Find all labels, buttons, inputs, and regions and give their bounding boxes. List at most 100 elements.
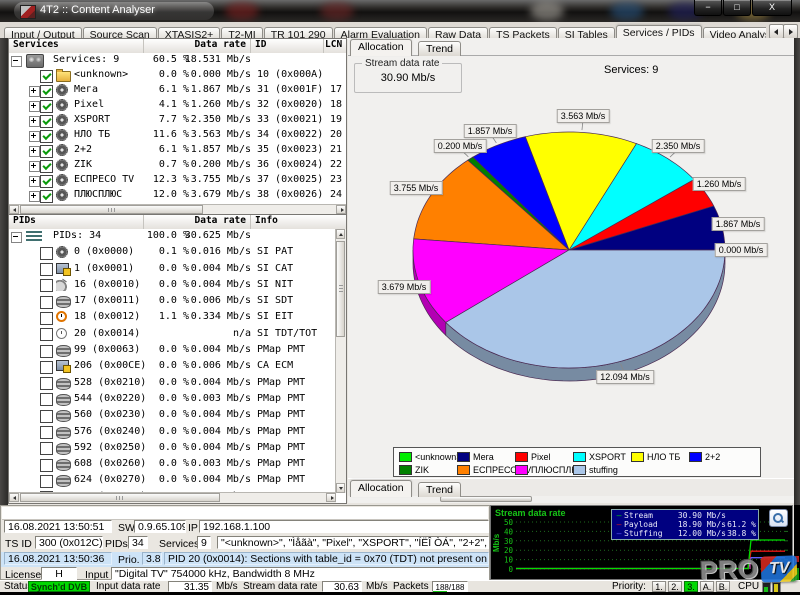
pid-checkbox[interactable] [40,296,53,309]
tab-source-scan[interactable]: Source Scan [83,27,157,38]
pie-chart[interactable] [348,38,794,478]
tab-xtasis2-[interactable]: XTASIS2+ [158,27,221,38]
column-header-lcn[interactable]: LCN [324,39,346,53]
log-line-empty[interactable] [2,507,488,520]
scroll-left-icon[interactable] [9,205,19,214]
priority-button-1[interactable]: 1. [652,581,666,592]
maximize-button[interactable]: □ [723,0,751,16]
service-row[interactable]: 2+26.1 %1.857 Mb/s35 (0x0023)21 [9,143,346,158]
pid-checkbox[interactable] [40,361,53,374]
scroll-down-icon[interactable] [336,483,345,493]
expand-icon[interactable] [29,176,40,187]
pid-checkbox[interactable] [40,263,53,276]
expand-icon[interactable] [29,161,40,172]
column-header-data-rate[interactable]: Data rate [144,39,251,53]
tab-tr-101-290[interactable]: TR 101 290 [264,27,333,38]
pid-row[interactable]: 624 (0x0270)0.0 %0.004 Mb/sPMap PMT [9,473,336,489]
scrollbar-thumb[interactable] [336,241,345,337]
pid-row[interactable]: 99 (0x0063)0.0 %0.004 Mb/sPMap PMT [9,343,336,359]
tab-allocation-bottom[interactable]: Allocation [350,480,412,497]
pid-row[interactable]: 528 (0x0210)0.0 %0.004 Mb/sPMap PMT [9,376,336,392]
service-row[interactable]: ZIK0.7 %0.200 Mb/s36 (0x0024)22 [9,158,346,173]
collapse-icon[interactable] [11,232,22,243]
service-row[interactable]: Pixel4.1 %1.260 Mb/s32 (0x0020)18 [9,98,346,113]
title-bar[interactable]: 4T2 :: Content Analyser − □ X [0,0,800,23]
expand-icon[interactable] [29,101,40,112]
tab-raw-data[interactable]: Raw Data [428,27,488,38]
column-header-info[interactable]: Info [251,215,344,229]
service-checkbox[interactable] [40,130,53,143]
column-header-id[interactable]: ID [251,39,324,53]
expand-icon[interactable] [29,146,40,157]
pid-checkbox[interactable] [40,312,53,325]
pid-row[interactable]: 608 (0x0260)0.0 %0.003 Mb/sPMap PMT [9,457,336,473]
legend-item[interactable]: 2+2 [689,452,747,462]
pid-checkbox[interactable] [40,279,53,292]
pid-row[interactable]: 16 (0x0010)0.0 %0.004 Mb/sSI NIT [9,278,336,294]
service-row[interactable]: ПЛЮСПЛЮС12.0 %3.679 Mb/s38 (0x0026)24 [9,188,346,203]
pid-checkbox[interactable] [40,410,53,423]
pid-row[interactable]: 576 (0x0240)0.0 %0.004 Mb/sPMap PMT [9,425,336,441]
scroll-right-icon[interactable] [336,205,346,214]
tab-input-output[interactable]: Input / Output [4,27,82,38]
tab-scroll-left-icon[interactable] [769,24,784,39]
pid-checkbox[interactable] [40,247,53,260]
magnifier-button[interactable] [769,509,788,527]
minimize-button[interactable]: − [694,0,722,16]
pid-row[interactable]: 592 (0x0250)0.0 %0.004 Mb/sPMap PMT [9,441,336,457]
service-row[interactable]: <unknown>0.0 %0.000 Mb/s10 (0x000A) [9,68,346,83]
scrollbar-thumb[interactable] [20,205,203,214]
pid-checkbox[interactable] [40,459,53,472]
service-checkbox[interactable] [40,115,53,128]
service-checkbox[interactable] [40,190,53,203]
services-root-row[interactable]: Services: 9 60.5 % 18.531 Mb/s [9,53,346,68]
legend-item[interactable]: ПЛЮСПЛЮС [515,465,573,475]
legend-item[interactable]: Мега [457,452,515,462]
pid-row[interactable]: 18 (0x0012)1.1 %0.334 Mb/sSI EIT [9,310,336,326]
info-row-message[interactable]: 16.08.2021 13:50:36 Prio. 3.8 PID 20 (0x… [1,552,489,567]
service-row[interactable]: XSPORT7.7 %2.350 Mb/s33 (0x0021)19 [9,113,346,128]
column-header-pids[interactable]: PIDs [9,215,144,229]
service-checkbox[interactable] [40,85,53,98]
legend-item[interactable]: ZIK [399,465,457,475]
legend-item[interactable]: <unknown> [399,452,457,462]
tab-trend-bottom[interactable]: Trend [418,482,461,497]
service-checkbox[interactable] [40,175,53,188]
legend-item[interactable]: НЛО ТБ [631,452,689,462]
pid-row[interactable]: 1 (0x0001)0.0 %0.004 Mb/sSI CAT [9,262,336,278]
pid-checkbox[interactable] [40,426,53,439]
pids-root-row[interactable]: PIDs: 34 100.0 % 30.625 Mb/s [9,229,336,245]
priority-button-2[interactable]: 2. [668,581,682,592]
expand-icon[interactable] [29,116,40,127]
tab-services-pids[interactable]: Services / PIDs [616,25,702,38]
pid-row[interactable]: 0 (0x0000)0.1 %0.016 Mb/sSI PAT [9,245,336,261]
scrollbar-thumb[interactable] [20,493,220,502]
pid-row[interactable]: 20 (0x0014)n/aSI TDT/TOT [9,327,336,343]
tab-alarm-evaluation[interactable]: Alarm Evaluation [334,27,427,38]
service-checkbox[interactable] [40,145,53,158]
expand-icon[interactable] [29,191,40,202]
scroll-right-icon[interactable] [326,493,336,502]
legend-item[interactable]: ЕСПРЕСО TV [457,465,515,475]
column-header-services[interactable]: Services [9,39,144,53]
close-button[interactable]: X [752,0,792,16]
pid-row[interactable]: 17 (0x0011)0.0 %0.006 Mb/sSI SDT [9,294,336,310]
priority-button-3[interactable]: 3. [684,581,698,592]
legend-item[interactable]: XSPORT [573,452,631,462]
pid-checkbox[interactable] [40,328,53,341]
pid-row[interactable]: 560 (0x0230)0.0 %0.004 Mb/sPMap PMT [9,408,336,424]
pid-checkbox[interactable] [40,475,53,488]
scroll-up-icon[interactable] [336,229,345,239]
pid-checkbox[interactable] [40,377,53,390]
service-row[interactable]: НЛО ТБ11.6 %3.563 Mb/s34 (0x0022)20 [9,128,346,143]
tab-ts-packets[interactable]: TS Packets [489,27,557,38]
expand-icon[interactable] [29,131,40,142]
scroll-left-icon[interactable] [9,493,19,502]
service-checkbox[interactable] [40,160,53,173]
pid-row[interactable]: 544 (0x0220)0.0 %0.003 Mb/sPMap PMT [9,392,336,408]
expand-icon[interactable] [29,86,40,97]
pid-checkbox[interactable] [40,442,53,455]
legend-item[interactable]: Pixel [515,452,573,462]
tab-video-analysis[interactable]: Video Analysis [703,27,766,38]
pids-horizontal-scrollbar[interactable] [9,492,336,503]
